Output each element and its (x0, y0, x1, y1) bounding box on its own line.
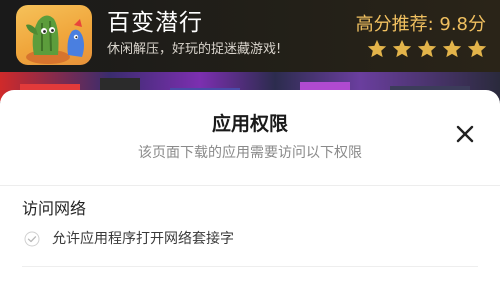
permissions-sheet: 应用权限 该页面下载的应用需要访问以下权限 访问网络 允许应用程序打开网络套接字 (0, 90, 500, 290)
star-icon (392, 39, 412, 58)
app-icon[interactable] (16, 5, 92, 65)
app-banner: 百变潜行 休闲解压，好玩的捉迷藏游戏! 高分推荐: 9.8分 (0, 0, 500, 72)
game-artwork-icon (26, 15, 84, 64)
check-icon (24, 231, 40, 247)
divider (0, 185, 500, 186)
star-icon (417, 39, 437, 58)
star-icon (442, 39, 462, 58)
app-description: 休闲解压，好玩的捉迷藏游戏! (107, 42, 282, 57)
permission-item-label: 允许应用程序打开网络套接字 (52, 231, 234, 247)
sheet-subtitle: 该页面下载的应用需要访问以下权限 (138, 145, 362, 161)
permission-item: 允许应用程序打开网络套接字 (24, 230, 234, 248)
close-icon (456, 125, 474, 143)
permission-group-title: 访问网络 (22, 199, 87, 218)
app-name: 百变潜行 (107, 10, 203, 36)
rating-label: 高分推荐: 9.8分 (355, 14, 486, 35)
divider (22, 266, 478, 267)
close-button[interactable] (454, 123, 476, 145)
star-icon (467, 39, 487, 58)
star-rating (366, 38, 488, 60)
sheet-title: 应用权限 (211, 113, 288, 135)
star-icon (367, 39, 387, 58)
